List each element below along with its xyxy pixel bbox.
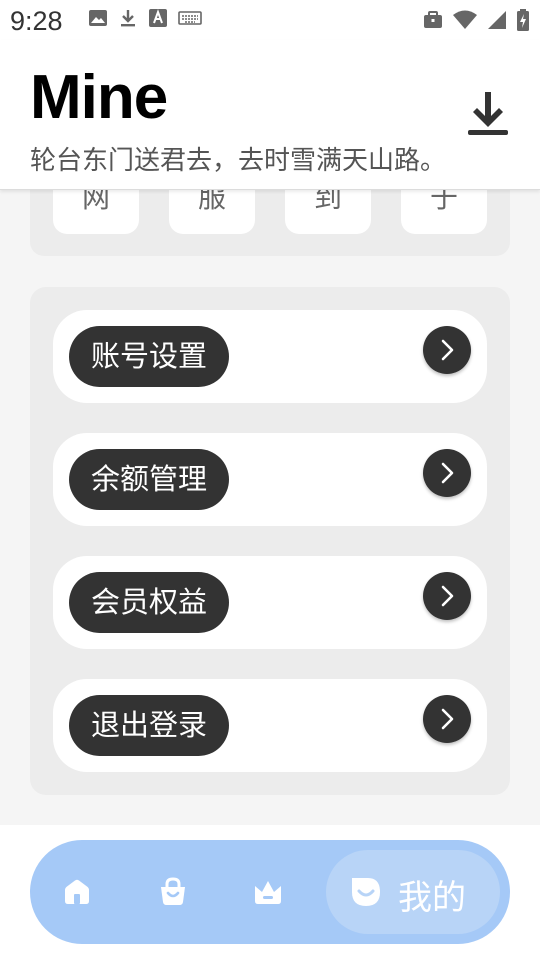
image-icon xyxy=(89,10,107,26)
chevron-right-icon[interactable] xyxy=(423,572,471,620)
nav-item-home[interactable] xyxy=(61,876,93,908)
home-icon xyxy=(65,879,89,904)
crown-icon xyxy=(255,881,281,904)
chevron-right-icon[interactable] xyxy=(423,449,471,497)
chevron-right-icon[interactable] xyxy=(423,326,471,374)
menu-item-membership[interactable]: 会员权益 xyxy=(53,556,487,649)
download-icon xyxy=(468,92,508,135)
keyboard-icon xyxy=(178,11,202,25)
bottom-nav: 我的 xyxy=(30,840,510,944)
chevron-right-icon[interactable] xyxy=(423,695,471,743)
nav-item-shop[interactable] xyxy=(157,876,189,908)
menu-item-logout[interactable]: 退出登录 xyxy=(53,679,487,772)
status-bar: 9:28 xyxy=(0,0,540,40)
page-title: Mine xyxy=(30,63,168,132)
status-time: 9:28 xyxy=(10,6,63,36)
nav-item-vip[interactable] xyxy=(252,876,284,908)
page-header: Mine 轮台东门送君去，去时雪满天山路。 xyxy=(0,40,540,190)
download-button[interactable] xyxy=(466,90,510,138)
status-system-icons xyxy=(422,8,530,32)
download-arrow-icon xyxy=(121,10,135,27)
status-notification-icons xyxy=(88,8,202,28)
settings-menu-card: 账号设置 余额管理 会员权益 退出登录 xyxy=(30,287,510,795)
page-subtitle: 轮台东门送君去，去时雪满天山路。 xyxy=(30,146,447,176)
nav-item-label: 我的 xyxy=(398,878,466,918)
wifi-icon xyxy=(453,10,477,29)
menu-item-label: 会员权益 xyxy=(69,572,230,633)
shopping-bag-icon xyxy=(161,877,185,905)
cell-signal-icon xyxy=(488,11,506,29)
briefcase-icon xyxy=(424,11,442,28)
menu-item-label: 退出登录 xyxy=(69,695,230,756)
menu-item-balance[interactable]: 余额管理 xyxy=(53,433,487,526)
nav-item-mine[interactable]: 我的 xyxy=(326,850,500,934)
profile-icon xyxy=(352,878,380,906)
menu-item-label: 账号设置 xyxy=(69,326,230,387)
menu-item-account-settings[interactable]: 账号设置 xyxy=(53,310,487,403)
battery-charging-icon xyxy=(517,9,529,31)
font-a-icon xyxy=(149,9,167,27)
menu-item-label: 余额管理 xyxy=(69,449,230,510)
